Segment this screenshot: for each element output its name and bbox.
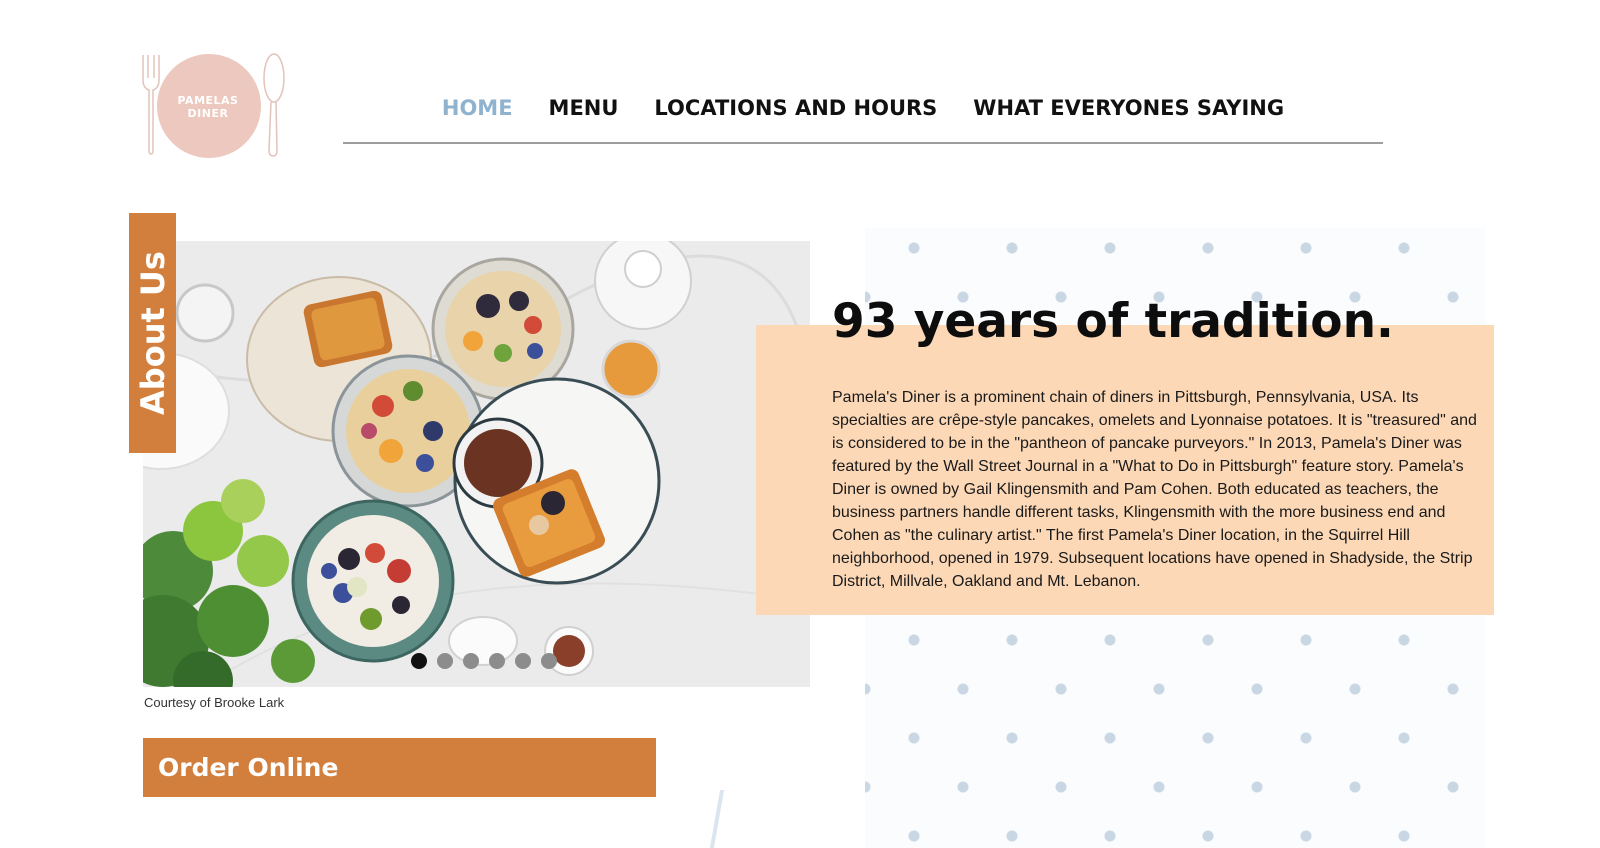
- decorative-line: [709, 790, 725, 848]
- nav-menu[interactable]: MENU: [549, 96, 619, 120]
- main-nav: HOME MENU LOCATIONS AND HOURS WHAT EVERY…: [343, 96, 1383, 144]
- carousel-dot-3[interactable]: [463, 653, 479, 669]
- carousel-dot-1[interactable]: [411, 653, 427, 669]
- nav-locations-and-hours[interactable]: LOCATIONS AND HOURS: [654, 96, 937, 120]
- carousel-dot-5[interactable]: [515, 653, 531, 669]
- carousel-dot-6[interactable]: [541, 653, 557, 669]
- about-us-tab[interactable]: About Us: [129, 213, 176, 453]
- photo-caption: Courtesy of Brooke Lark: [144, 695, 285, 710]
- nav-home[interactable]: HOME: [442, 96, 513, 120]
- about-headline: 93 years of tradition.: [832, 294, 1394, 349]
- logo-text: PAMELAS DINER: [177, 94, 239, 120]
- carousel-dot-2[interactable]: [437, 653, 453, 669]
- nav-what-everyones-saying[interactable]: WHAT EVERYONES SAYING: [973, 96, 1284, 120]
- hero-carousel[interactable]: [143, 241, 810, 687]
- about-us-label: About Us: [133, 251, 172, 415]
- logo[interactable]: PAMELAS DINER: [140, 50, 290, 160]
- carousel-dots: [411, 653, 557, 669]
- about-body-text: Pamela's Diner is a prominent chain of d…: [832, 389, 1477, 590]
- order-online-button[interactable]: Order Online: [143, 738, 656, 797]
- food-photo: [143, 241, 810, 687]
- carousel-dot-4[interactable]: [489, 653, 505, 669]
